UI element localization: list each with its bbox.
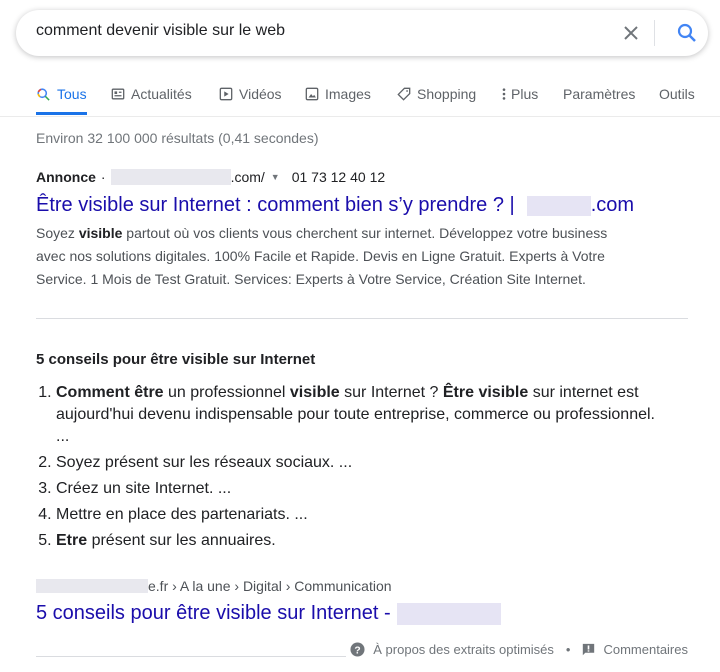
tab-videos[interactable]: Vidéos: [219, 86, 282, 102]
tab-label: Images: [325, 86, 371, 102]
divider: [36, 656, 346, 657]
tab-parametres[interactable]: Paramètres: [563, 86, 635, 102]
result-title-link[interactable]: 5 conseils pour être visible sur Interne…: [36, 602, 501, 625]
divider: [36, 318, 688, 319]
tab-plus[interactable]: Plus: [501, 86, 538, 102]
search-icon[interactable]: [675, 21, 699, 45]
tab-outils[interactable]: Outils: [659, 86, 695, 102]
tab-label: Tous: [57, 86, 87, 102]
tab-label: Outils: [659, 86, 695, 102]
ad-domain[interactable]: .com/: [231, 169, 265, 185]
clear-icon[interactable]: [619, 21, 643, 45]
divider: [654, 20, 655, 46]
breadcrumb[interactable]: e.fr › A la une › Digital › Communicatio…: [36, 578, 392, 594]
dropdown-arrow-icon[interactable]: ▼: [271, 172, 280, 182]
ad-phone[interactable]: 01 73 12 40 12: [292, 169, 385, 185]
search-input[interactable]: [36, 22, 596, 40]
ad-title[interactable]: Être visible sur Internet : comment bien…: [36, 194, 515, 217]
snippet-footer: ? À propos des extraits optimisés • Comm…: [350, 642, 688, 657]
list-item: Créez un site Internet. ...: [56, 478, 666, 500]
tab-label: Shopping: [417, 86, 477, 102]
tab-label: Actualités: [131, 86, 192, 102]
tab-label: Vidéos: [239, 86, 282, 102]
tab-images[interactable]: Images: [305, 86, 371, 102]
separator: ·: [100, 169, 106, 185]
tab-shopping[interactable]: Shopping: [397, 86, 476, 102]
redacted-brand: [526, 195, 591, 216]
more-vert-icon: [502, 88, 506, 100]
result-title[interactable]: 5 conseils pour être visible sur Interne…: [36, 602, 391, 625]
redacted-brand: [396, 602, 501, 625]
list-item: Comment être un professionnel visible su…: [56, 382, 666, 448]
image-icon: [305, 87, 319, 101]
ad-title-link[interactable]: Être visible sur Internet : comment bien…: [36, 194, 634, 217]
search-box[interactable]: [16, 10, 708, 56]
list-item: Mettre en place des partenariats. ...: [56, 504, 666, 526]
tab-tous[interactable]: Tous: [36, 86, 87, 115]
ad-title-suffix[interactable]: .com: [591, 194, 634, 217]
tag-icon: [397, 87, 411, 101]
search-icon: [37, 87, 50, 101]
help-icon[interactable]: ?: [350, 642, 365, 657]
list-item: Soyez présent sur les réseaux sociaux. .…: [56, 452, 666, 474]
ad-description: Soyez visible partout où vos clients vou…: [36, 225, 608, 287]
ad-label: Annonce: [36, 169, 96, 185]
separator: •: [565, 642, 571, 657]
redacted-domain: [36, 579, 148, 593]
news-icon: [111, 88, 125, 100]
play-icon: [219, 87, 233, 101]
tab-label: Plus: [511, 86, 539, 102]
featured-snippet-title: 5 conseils pour être visible sur Interne…: [36, 351, 316, 368]
feedback-icon[interactable]: [582, 643, 595, 656]
list-item: Etre présent sur les annuaires.: [56, 530, 666, 552]
feedback-link[interactable]: Commentaires: [603, 642, 688, 657]
featured-snippet-list: Comment être un professionnel visible su…: [36, 382, 666, 556]
result-stats: Environ 32 100 000 résultats (0,41 secon…: [36, 130, 319, 146]
redacted-domain: [110, 169, 231, 185]
svg-text:?: ?: [355, 645, 361, 656]
tab-label: Paramètres: [563, 86, 636, 102]
ad-header: Annonce · .com/ ▼ 01 73 12 40 12: [36, 169, 385, 185]
search-tabs: Tous Actualités Vidéos Images Shopping P…: [0, 80, 720, 117]
about-snippets-link[interactable]: À propos des extraits optimisés: [373, 642, 554, 657]
tab-actualites[interactable]: Actualités: [111, 86, 192, 102]
